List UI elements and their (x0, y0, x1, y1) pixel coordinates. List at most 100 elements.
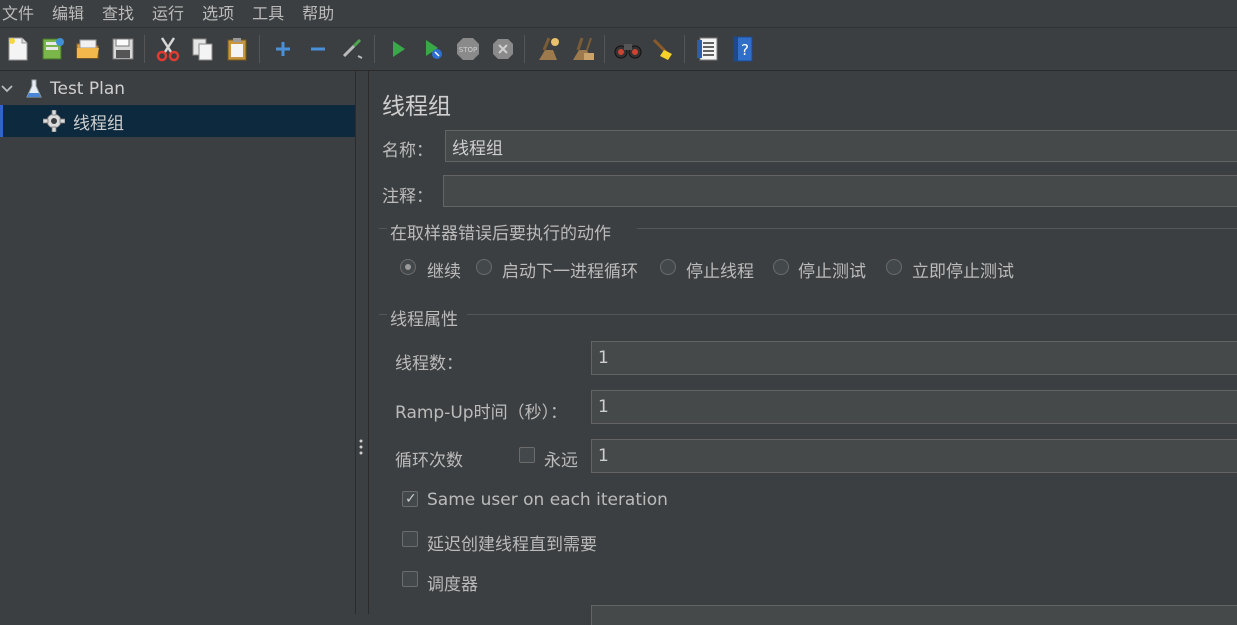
save-button[interactable] (108, 33, 138, 65)
test-plan-icon (26, 79, 42, 98)
toolbar-separator (374, 35, 375, 63)
reset-search-icon (652, 38, 672, 60)
threads-field[interactable]: 1 (591, 341, 1237, 375)
help-button[interactable]: ? (728, 33, 758, 65)
group-border (379, 314, 387, 315)
menu-run[interactable]: 运行 (152, 2, 193, 26)
group-border (379, 228, 387, 229)
svg-text:STOP: STOP (459, 46, 477, 54)
name-field[interactable]: 线程组 (445, 130, 1237, 162)
search-icon (614, 44, 642, 59)
shutdown-button[interactable] (488, 33, 518, 65)
radio-stop-test-now-label: 立即停止测试 (912, 262, 1014, 282)
radio-stop-thread-label: 停止线程 (686, 262, 754, 282)
paste-icon (227, 38, 247, 61)
new-button[interactable] (3, 33, 33, 65)
tree-label-thread-group: 线程组 (73, 113, 124, 134)
gear-icon (43, 110, 65, 132)
loop-count-label: 循环次数 (395, 451, 463, 471)
forever-label: 永远 (544, 451, 578, 471)
copy-button[interactable] (188, 33, 218, 65)
search-button[interactable] (613, 33, 643, 65)
clear-button[interactable] (533, 33, 563, 65)
tree-node-test-plan[interactable]: Test Plan (0, 73, 355, 105)
open-icon (76, 39, 99, 59)
toolbar-separator (684, 35, 685, 63)
thread-group-panel: 线程组 名称： 线程组 注释： 在取样器错误后要执行的动作 继续 启动下一进程循… (369, 71, 1237, 625)
radio-stop-test[interactable] (773, 259, 789, 275)
group-border (637, 228, 1237, 229)
menu-help[interactable]: 帮助 (302, 2, 343, 26)
tree-panel: Test Plan 线程组 (0, 71, 356, 614)
stop-button[interactable]: STOP (453, 33, 483, 65)
collapse-button[interactable] (303, 33, 333, 65)
start-button[interactable] (383, 33, 413, 65)
start-no-pauses-button[interactable] (418, 33, 448, 65)
toolbar-separator (144, 35, 145, 63)
same-user-label: Same user on each iteration (427, 490, 668, 510)
toolbar: STOP ? (0, 28, 1237, 71)
radio-stop-test-label: 停止测试 (798, 262, 866, 282)
radio-continue[interactable] (400, 259, 416, 275)
help-icon: ? (733, 36, 753, 62)
toggle-icon (342, 38, 363, 59)
reset-search-button[interactable] (648, 33, 678, 65)
comment-label: 注释： (382, 187, 433, 207)
name-label: 名称： (382, 141, 433, 161)
same-user-checkbox[interactable]: ✓ (402, 491, 418, 507)
open-button[interactable] (73, 33, 103, 65)
tree-label-test-plan: Test Plan (50, 79, 126, 99)
menu-search[interactable]: 查找 (102, 2, 143, 26)
clear-icon (539, 37, 559, 60)
threads-label: 线程数： (395, 354, 463, 374)
expand-button[interactable] (268, 33, 298, 65)
start-no-pauses-icon (426, 40, 442, 59)
chevron-down-icon[interactable] (0, 82, 14, 96)
menu-tools[interactable]: 工具 (252, 2, 293, 26)
clear-all-icon (573, 37, 594, 60)
save-icon (112, 38, 134, 60)
function-helper-button[interactable] (693, 33, 723, 65)
rampup-field[interactable]: 1 (591, 390, 1237, 424)
toolbar-separator (259, 35, 260, 63)
menu-options[interactable]: 选项 (202, 2, 243, 26)
radio-start-next-loop[interactable] (476, 259, 492, 275)
start-icon (393, 41, 405, 57)
clear-all-button[interactable] (568, 33, 598, 65)
radio-start-next-loop-label: 启动下一进程循环 (502, 262, 638, 282)
stop-icon: STOP (457, 38, 479, 60)
toolbar-separator (524, 35, 525, 63)
comment-field[interactable] (443, 175, 1237, 207)
thread-props-group-title: 线程属性 (390, 310, 458, 330)
cut-icon (156, 37, 180, 62)
copy-icon (192, 38, 213, 61)
scheduler-label: 调度器 (427, 575, 478, 595)
templates-button[interactable] (38, 33, 68, 65)
svg-text:?: ? (741, 41, 749, 59)
shutdown-icon (493, 39, 513, 59)
templates-icon (42, 38, 64, 60)
loop-count-field[interactable]: 1 (591, 439, 1237, 473)
menu-edit[interactable]: 编辑 (52, 2, 93, 26)
expand-icon (276, 42, 290, 56)
tree-node-thread-group[interactable]: 线程组 (0, 105, 355, 137)
paste-button[interactable] (223, 33, 253, 65)
radio-stop-test-now[interactable] (886, 259, 902, 275)
toggle-button[interactable] (338, 33, 368, 65)
scheduler-config-field[interactable] (591, 605, 1237, 625)
radio-stop-thread[interactable] (660, 259, 676, 275)
forever-checkbox[interactable] (519, 447, 535, 463)
menu-file[interactable]: 文件 (2, 2, 43, 26)
radio-continue-label: 继续 (427, 262, 461, 282)
cut-button[interactable] (153, 33, 183, 65)
rampup-label: Ramp-Up时间（秒）： (395, 403, 568, 423)
splitter-handle-icon (359, 439, 363, 455)
new-icon (8, 37, 28, 61)
page-title: 线程组 (382, 94, 451, 120)
delay-thread-creation-checkbox[interactable] (402, 531, 418, 547)
group-border (467, 314, 1237, 315)
collapse-icon (311, 47, 325, 51)
splitter[interactable] (356, 71, 369, 614)
scheduler-checkbox[interactable] (402, 571, 418, 587)
error-action-group-title: 在取样器错误后要执行的动作 (390, 224, 611, 244)
